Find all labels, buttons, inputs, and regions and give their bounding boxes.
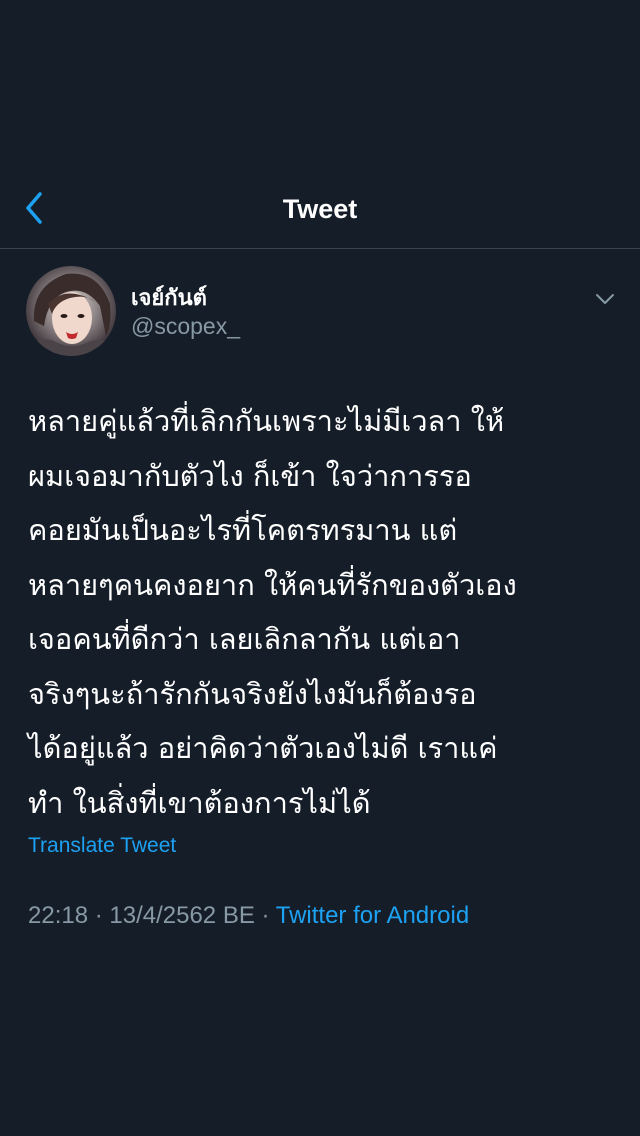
- tweet-source-link[interactable]: Twitter for Android: [276, 902, 469, 929]
- chevron-down-icon: [595, 290, 615, 309]
- meta-separator: ·: [254, 902, 276, 929]
- page-title: Tweet: [282, 194, 358, 224]
- tweet-timestamp: 22:18 · 13/4/2562 BE: [28, 902, 255, 929]
- tweet-menu-button[interactable]: [590, 284, 620, 314]
- top-bar: Tweet: [0, 170, 640, 249]
- tweet-text-line: ผมเจอมากับตัวไง ก็เข้า ใจว่าการรอ: [28, 458, 472, 493]
- tweet-text-line: ได้อยู่แล้ว อย่าคิดว่าตัวเองไม่ดี เราแค่: [28, 731, 498, 765]
- translate-tweet-link[interactable]: Translate Tweet: [28, 834, 176, 858]
- tweet-text-line: ทำ ในสิ่งที่เขาต้องการไม่ได้: [28, 785, 371, 820]
- tweet-text-line: คอยมันเป็นอะไรที่โคตรทรมาน แต่: [28, 513, 458, 547]
- tweet-text-line: จริงๆนะถ้ารักกันจริงยังไงมันก็ต้องรอ: [28, 676, 477, 711]
- tweet-text-line: หลายคู่แล้วที่เลิกกันเพราะไม่มีเวลา ให้: [28, 404, 505, 438]
- avatar[interactable]: [26, 266, 116, 356]
- tweet-meta: 22:18 · 13/4/2562 BE · Twitter for Andro…: [28, 902, 469, 930]
- tweet-text-line: เจอคนที่ดีกว่า เลยเลิกลากัน แต่เอา: [28, 622, 461, 656]
- author-handle[interactable]: @scopex_: [131, 313, 240, 340]
- tweet-text: หลายคู่แล้วที่เลิกกันเพราะไม่มีเวลา ให้ …: [28, 394, 620, 830]
- author-display-name[interactable]: เจย์กันต์: [131, 280, 207, 315]
- tweet-text-line: หลายๆคนคงอยาก ให้คนที่รักของตัวเอง: [28, 567, 517, 602]
